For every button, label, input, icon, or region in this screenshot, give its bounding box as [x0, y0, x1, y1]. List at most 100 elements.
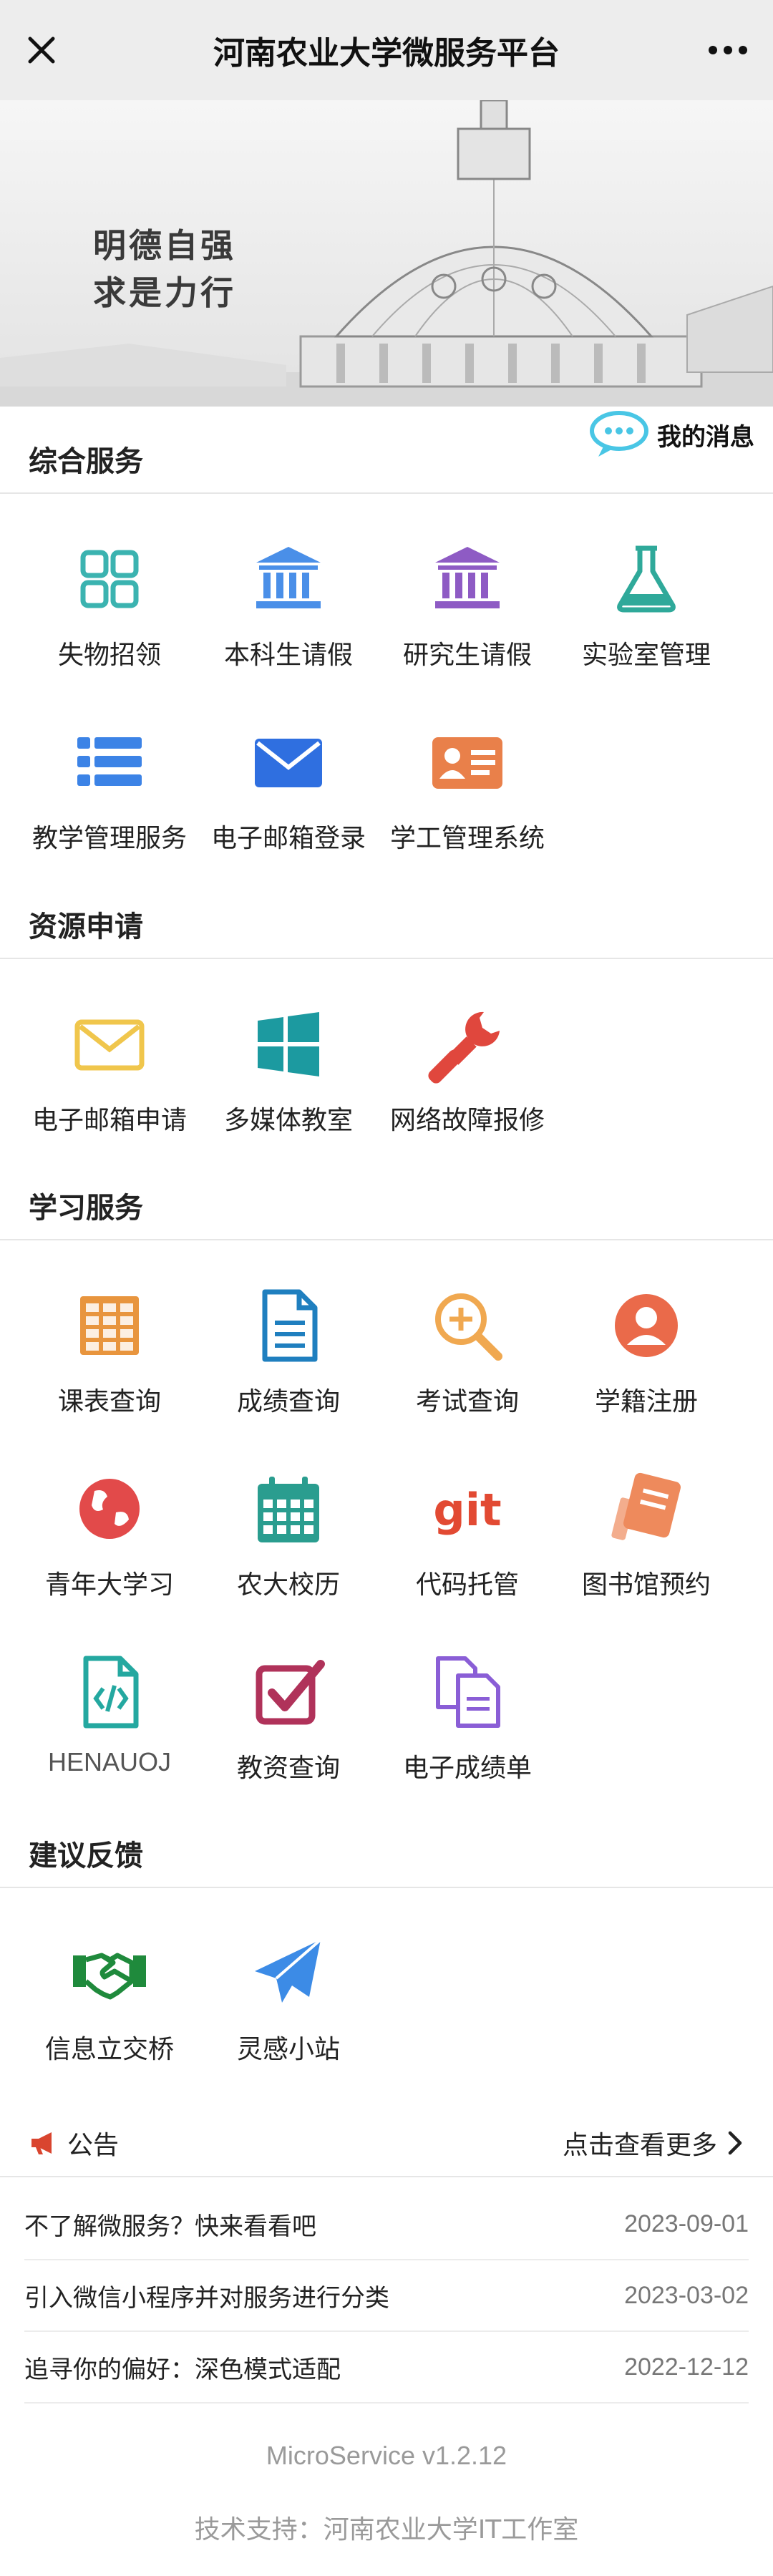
general-services-grid: 失物招领 本科生请假 研究生请假 实验室管理 教学管理服务 电子邮箱登录 学工管…: [0, 494, 773, 860]
section-title-resources: 资源申请: [29, 910, 143, 943]
windows-icon: [249, 1005, 328, 1084]
notice-header: 公告 点击查看更多: [0, 2104, 773, 2176]
service-label: 农大校历: [236, 1570, 340, 1600]
view-more-link[interactable]: 点击查看更多: [563, 2124, 744, 2162]
service-label: 网络故障报修: [389, 1106, 545, 1135]
service-tile[interactable]: 电子邮箱申请: [20, 959, 199, 1142]
top-bar: 河南农业大学微服务平台: [0, 0, 773, 100]
document-icon: [249, 1286, 328, 1365]
chevron-right-icon: [728, 2131, 742, 2155]
service-tile[interactable]: 研究生请假: [378, 494, 557, 677]
service-label: 本科生请假: [223, 641, 353, 670]
paper-plane-icon: [249, 1934, 328, 2013]
git-icon: git: [428, 1469, 507, 1548]
service-tile[interactable]: 本科生请假: [199, 494, 378, 677]
notice-title: 公告: [29, 2124, 119, 2162]
envelope-outline-icon: [70, 1005, 149, 1084]
service-tile[interactable]: 教资查询: [199, 1607, 378, 1790]
id-card-icon: [428, 723, 507, 802]
handshake-icon: [70, 1934, 149, 2013]
service-tile[interactable]: 图书馆预约: [557, 1424, 736, 1607]
service-tile[interactable]: 实验室管理: [557, 494, 736, 677]
service-tile[interactable]: git 代码托管: [378, 1424, 557, 1607]
wrench-icon: [428, 1005, 507, 1084]
service-label: 图书馆预约: [581, 1570, 711, 1600]
notice-item-date: 2023-09-01: [624, 2210, 749, 2237]
view-more-label: 点击查看更多: [562, 2131, 717, 2160]
section-title-study: 学习服务: [29, 1192, 143, 1225]
envelope-icon: [249, 723, 328, 802]
service-tile[interactable]: 农大校历: [199, 1424, 378, 1607]
copy-files-icon: [428, 1653, 507, 1731]
service-label: 电子成绩单: [402, 1754, 532, 1783]
feedback-grid: 信息立交桥 灵感小站: [0, 1888, 773, 2071]
service-label: 信息立交桥: [44, 2035, 174, 2064]
divider: [0, 2176, 773, 2177]
code-file-icon: [70, 1653, 149, 1731]
service-tile[interactable]: 成绩查询: [199, 1240, 378, 1424]
notice-item-date: 2023-03-02: [624, 2281, 749, 2309]
service-tile[interactable]: 学籍注册: [557, 1240, 736, 1424]
support-text: 技术支持：河南农业大学IT工作室: [194, 2515, 579, 2545]
motto-line-1: 明德自强: [93, 226, 236, 265]
user-circle-icon: [607, 1286, 686, 1365]
checkbox-icon: [249, 1653, 328, 1731]
grid-icon: [70, 540, 149, 618]
service-tile[interactable]: 学工管理系统: [378, 677, 557, 860]
service-tile[interactable]: 教学管理服务: [20, 677, 199, 860]
service-tile[interactable]: HENAUOJ: [20, 1607, 199, 1790]
notice-title-text: 公告: [67, 2131, 120, 2160]
service-label: 课表查询: [57, 1387, 161, 1416]
service-label: 电子邮箱申请: [31, 1106, 187, 1135]
service-tile[interactable]: 电子成绩单: [378, 1607, 557, 1790]
service-tile[interactable]: 网络故障报修: [378, 959, 557, 1142]
service-tile[interactable]: 信息立交桥: [20, 1888, 199, 2071]
flask-icon: [607, 540, 686, 618]
close-icon[interactable]: [20, 29, 63, 72]
book-icon: [607, 1469, 686, 1548]
notice-item[interactable]: 引入微信小程序并对服务进行分类 2023-03-02: [24, 2260, 749, 2332]
service-label: 多媒体教室: [223, 1106, 353, 1135]
service-label: 考试查询: [415, 1387, 519, 1416]
service-label: 灵感小站: [236, 2035, 340, 2064]
service-label: 学工管理系统: [389, 824, 545, 853]
table-icon: [70, 1286, 149, 1365]
service-label: 青年大学习: [44, 1570, 174, 1600]
notice-item-text: 追寻你的偏好：深色模式适配: [24, 2355, 341, 2384]
service-tile[interactable]: 青年大学习: [20, 1424, 199, 1607]
service-tile[interactable]: 多媒体教室: [199, 959, 378, 1142]
resource-services-grid: 电子邮箱申请 多媒体教室 网络故障报修: [0, 959, 773, 1142]
school-motto: 明德自强 求是力行: [93, 222, 236, 316]
section-title-general: 综合服务: [29, 445, 143, 478]
service-label: 研究生请假: [402, 641, 532, 670]
building-icon: [428, 540, 507, 618]
page-title: 河南农业大学微服务平台: [213, 35, 560, 72]
zoom-in-icon: [428, 1286, 507, 1365]
service-label: 学籍注册: [594, 1387, 698, 1416]
chat-bubble-icon: [590, 411, 648, 457]
my-messages-button[interactable]: 我的消息: [588, 409, 754, 460]
service-label: 失物招领: [57, 641, 161, 670]
service-tile[interactable]: 灵感小站: [199, 1888, 378, 2071]
service-tile[interactable]: 电子邮箱登录: [199, 677, 378, 860]
notice-list: 不了解微服务？快来看看吧 2023-09-01 引入微信小程序并对服务进行分类 …: [24, 2189, 749, 2404]
service-label: 代码托管: [415, 1570, 519, 1600]
service-tile[interactable]: 课表查询: [20, 1240, 199, 1424]
section-title-feedback: 建议反馈: [29, 1839, 143, 1872]
building-icon: [249, 540, 328, 618]
service-label: 电子邮箱登录: [210, 824, 366, 853]
campus-banner: 明德自强 求是力行: [0, 100, 773, 407]
notice-item-text: 引入微信小程序并对服务进行分类: [24, 2283, 389, 2313]
version-text: MicroService v1.2.12: [266, 2441, 507, 2470]
service-tile[interactable]: 考试查询: [378, 1240, 557, 1424]
notice-item[interactable]: 追寻你的偏好：深色模式适配 2022-12-12: [24, 2332, 749, 2404]
service-tile[interactable]: 失物招领: [20, 494, 199, 677]
notice-item[interactable]: 不了解微服务？快来看看吧 2023-09-01: [24, 2189, 749, 2260]
service-label: 教资查询: [236, 1754, 340, 1783]
page: 河南农业大学微服务平台 明德自强 求是力行 我的消息 综合服务 失物招领 本科生…: [0, 0, 773, 2576]
globe-icon: [70, 1469, 149, 1548]
svg-text:git: git: [433, 1484, 501, 1536]
list-icon: [70, 723, 149, 802]
more-icon[interactable]: [703, 29, 753, 72]
megaphone-icon: [31, 2132, 52, 2154]
